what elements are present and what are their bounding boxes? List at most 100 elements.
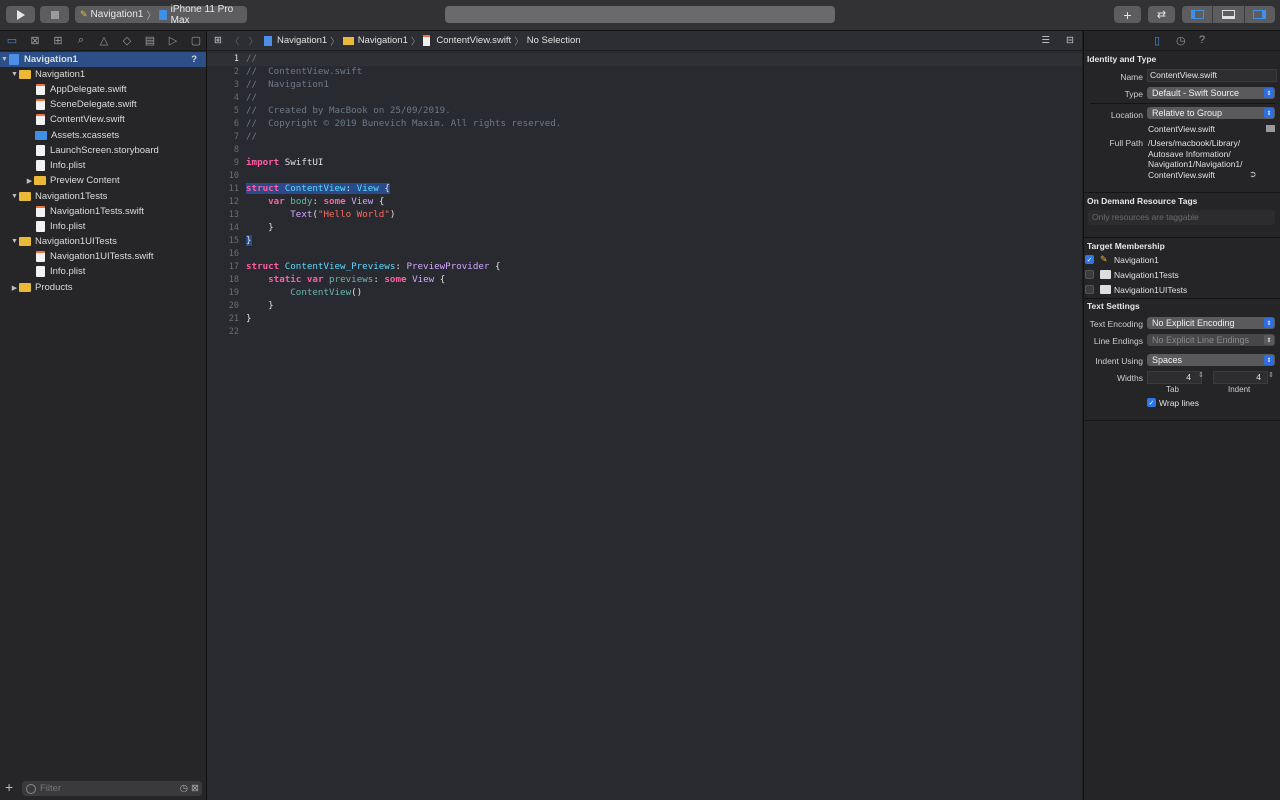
indent-width-stepper[interactable]: ⇕ (1268, 371, 1274, 379)
related-items-icon[interactable]: ⊞ (214, 35, 222, 46)
keyword: some (384, 274, 407, 285)
breakpoint-nav-icon[interactable]: ▷ (165, 33, 181, 49)
target-checkbox[interactable]: ✓ (1085, 255, 1094, 264)
toggle-navigator-button[interactable] (1182, 6, 1214, 23)
stop-button[interactable] (40, 6, 69, 23)
scm-filter-icon[interactable]: ⊠ (191, 783, 199, 794)
recent-files-icon[interactable]: ◷ (180, 783, 188, 794)
target-checkbox[interactable] (1085, 285, 1094, 294)
code-line: 5 // Created by MacBook on 25/09/2019. (207, 105, 1082, 118)
run-button[interactable] (6, 6, 35, 23)
punctuation: : (312, 196, 324, 207)
wrap-lines-checkbox[interactable]: ✓ (1147, 398, 1156, 407)
library-button[interactable]: + (1114, 6, 1141, 23)
test-target-icon (1100, 270, 1111, 279)
source-editor: ⊞ 〈 〉 Navigation1 〉 Navigation1 〉 Conten… (207, 31, 1082, 800)
chevron-right-icon: 〉 (410, 36, 421, 48)
breadcrumb-symbol[interactable]: No Selection (527, 35, 581, 46)
find-nav-icon[interactable]: ⌕ (73, 33, 89, 49)
navigator-row-group[interactable]: ▼ Navigation1Tests (0, 189, 216, 204)
location-popup[interactable]: Relative to Group ⇕ (1147, 107, 1275, 119)
disclosure-open-icon: ▼ (11, 71, 18, 78)
indent-popup[interactable]: Spaces ⇕ (1147, 354, 1275, 366)
toolbar: ✎ Navigation1 〉 iPhone 11 Pro Max + ⇄ (0, 0, 1280, 31)
navigator-row-group[interactable]: ▶ Products (0, 280, 216, 295)
right-panel-icon (1253, 10, 1267, 19)
add-file-button[interactable]: + (5, 779, 13, 795)
row-label: Info.plist (50, 221, 86, 232)
encoding-value: No Explicit Encoding (1152, 318, 1235, 328)
line-number: 21 (228, 314, 239, 324)
debug-nav-icon[interactable]: ▤ (142, 33, 158, 49)
navigator-row-file[interactable]: Navigation1Tests.swift (0, 204, 242, 219)
toggle-inspector-button[interactable] (1245, 6, 1275, 23)
keyword: static (268, 274, 302, 285)
target-checkbox[interactable] (1085, 270, 1094, 279)
code-line: 12 var body: some View { (207, 196, 1082, 209)
line-endings-popup[interactable]: No Explicit Line Endings ⇕ (1147, 334, 1275, 346)
inspector-selector-bar: ▯ ◷ ? (1084, 31, 1280, 51)
plist-file-icon (36, 160, 45, 171)
scheme-selector[interactable]: ✎ Navigation1 〉 iPhone 11 Pro Max (75, 4, 247, 26)
odr-tags-field[interactable]: Only resources are taggable (1088, 210, 1275, 225)
navigator-row-file[interactable]: Assets.xcassets (0, 128, 241, 143)
navigator-row-file[interactable]: LaunchScreen.storyboard (0, 143, 242, 158)
back-icon[interactable]: 〈 (230, 34, 240, 48)
navigator-row-group[interactable]: ▼ Navigation1UITests (0, 234, 216, 249)
editor-options-icon[interactable]: ☰ (1041, 35, 1050, 46)
code-area[interactable]: 1 // 2 // ContentView.swift 3 // Navigation… (207, 52, 1082, 792)
navigator-row-group[interactable]: ▼ Navigation1 (0, 67, 216, 82)
navigator-row-file[interactable]: SceneDelegate.swift (0, 97, 242, 112)
breadcrumb-project[interactable]: Navigation1 (277, 35, 327, 46)
name-field[interactable]: ContentView.swift (1147, 69, 1277, 82)
row-label: Navigation1 (24, 54, 78, 65)
file-inspector-icon[interactable]: ▯ (1154, 34, 1160, 47)
code-line: 1 // (207, 53, 1082, 66)
navigator-row-file[interactable]: Info.plist (0, 158, 242, 173)
navigator-row-file[interactable]: ContentView.swift (0, 112, 242, 127)
help-inspector-icon[interactable]: ? (1199, 34, 1205, 46)
navigator-row-group[interactable]: ▶ Preview Content (0, 173, 231, 188)
forward-icon[interactable]: 〉 (248, 34, 258, 48)
report-nav-icon[interactable]: ▢ (188, 33, 204, 49)
line-number: 13 (228, 210, 239, 220)
tab-width-field[interactable]: 4 (1147, 371, 1202, 384)
symbol-nav-icon[interactable]: ⊞ (50, 33, 66, 49)
folder-nav-icon[interactable]: ▭ (4, 33, 20, 49)
tab-width-value: 4 (1186, 372, 1191, 382)
breadcrumb-file[interactable]: ContentView.swift (436, 35, 511, 46)
target-label: Navigation1 (1114, 255, 1159, 265)
filter-input[interactable]: Filter ◷ ⊠ (22, 781, 202, 796)
folder-icon[interactable] (1266, 125, 1275, 132)
reveal-in-finder-icon[interactable]: ➲ (1249, 169, 1257, 180)
line-number: 17 (228, 262, 239, 272)
line-number: 20 (228, 301, 239, 311)
popup-arrows-icon: ⇕ (1264, 335, 1274, 345)
navigator-row-file[interactable]: Navigation1UITests.swift (0, 249, 242, 264)
type-popup[interactable]: Default - Swift Source ⇕ (1147, 87, 1275, 99)
folder-icon (342, 36, 354, 45)
split-editor-icon[interactable]: ⊟ (1066, 35, 1074, 46)
line-endings-label: Line Endings (1093, 336, 1143, 346)
navigator-row-file[interactable]: Info.plist (0, 219, 242, 234)
code-line: 4 // (207, 92, 1082, 105)
encoding-popup[interactable]: No Explicit Encoding ⇕ (1147, 317, 1275, 329)
tab-width-stepper[interactable]: ⇕ (1198, 371, 1204, 379)
navigator-row-file[interactable]: AppDelegate.swift (0, 82, 242, 97)
filter-placeholder: Filter (40, 783, 62, 794)
toggle-debug-button[interactable] (1213, 6, 1245, 23)
breadcrumb-group[interactable]: Navigation1 (358, 35, 408, 46)
code-review-button[interactable]: ⇄ (1148, 6, 1175, 23)
location-file: ContentView.swift (1148, 124, 1215, 134)
code-line: 20 } (207, 300, 1082, 313)
location-label: Location (1110, 110, 1143, 120)
test-nav-icon[interactable]: ◇ (119, 33, 135, 49)
navigator-row-file[interactable]: Info.plist (0, 264, 242, 279)
issue-nav-icon[interactable]: △ (96, 33, 112, 49)
navigator-row-project[interactable]: ▼ Navigation1 ? (0, 52, 206, 67)
indent-width-field[interactable]: 4 (1213, 371, 1268, 384)
row-label: AppDelegate.swift (50, 84, 127, 95)
history-inspector-icon[interactable]: ◷ (1176, 34, 1186, 47)
source-control-icon[interactable]: ⊠ (27, 33, 43, 49)
